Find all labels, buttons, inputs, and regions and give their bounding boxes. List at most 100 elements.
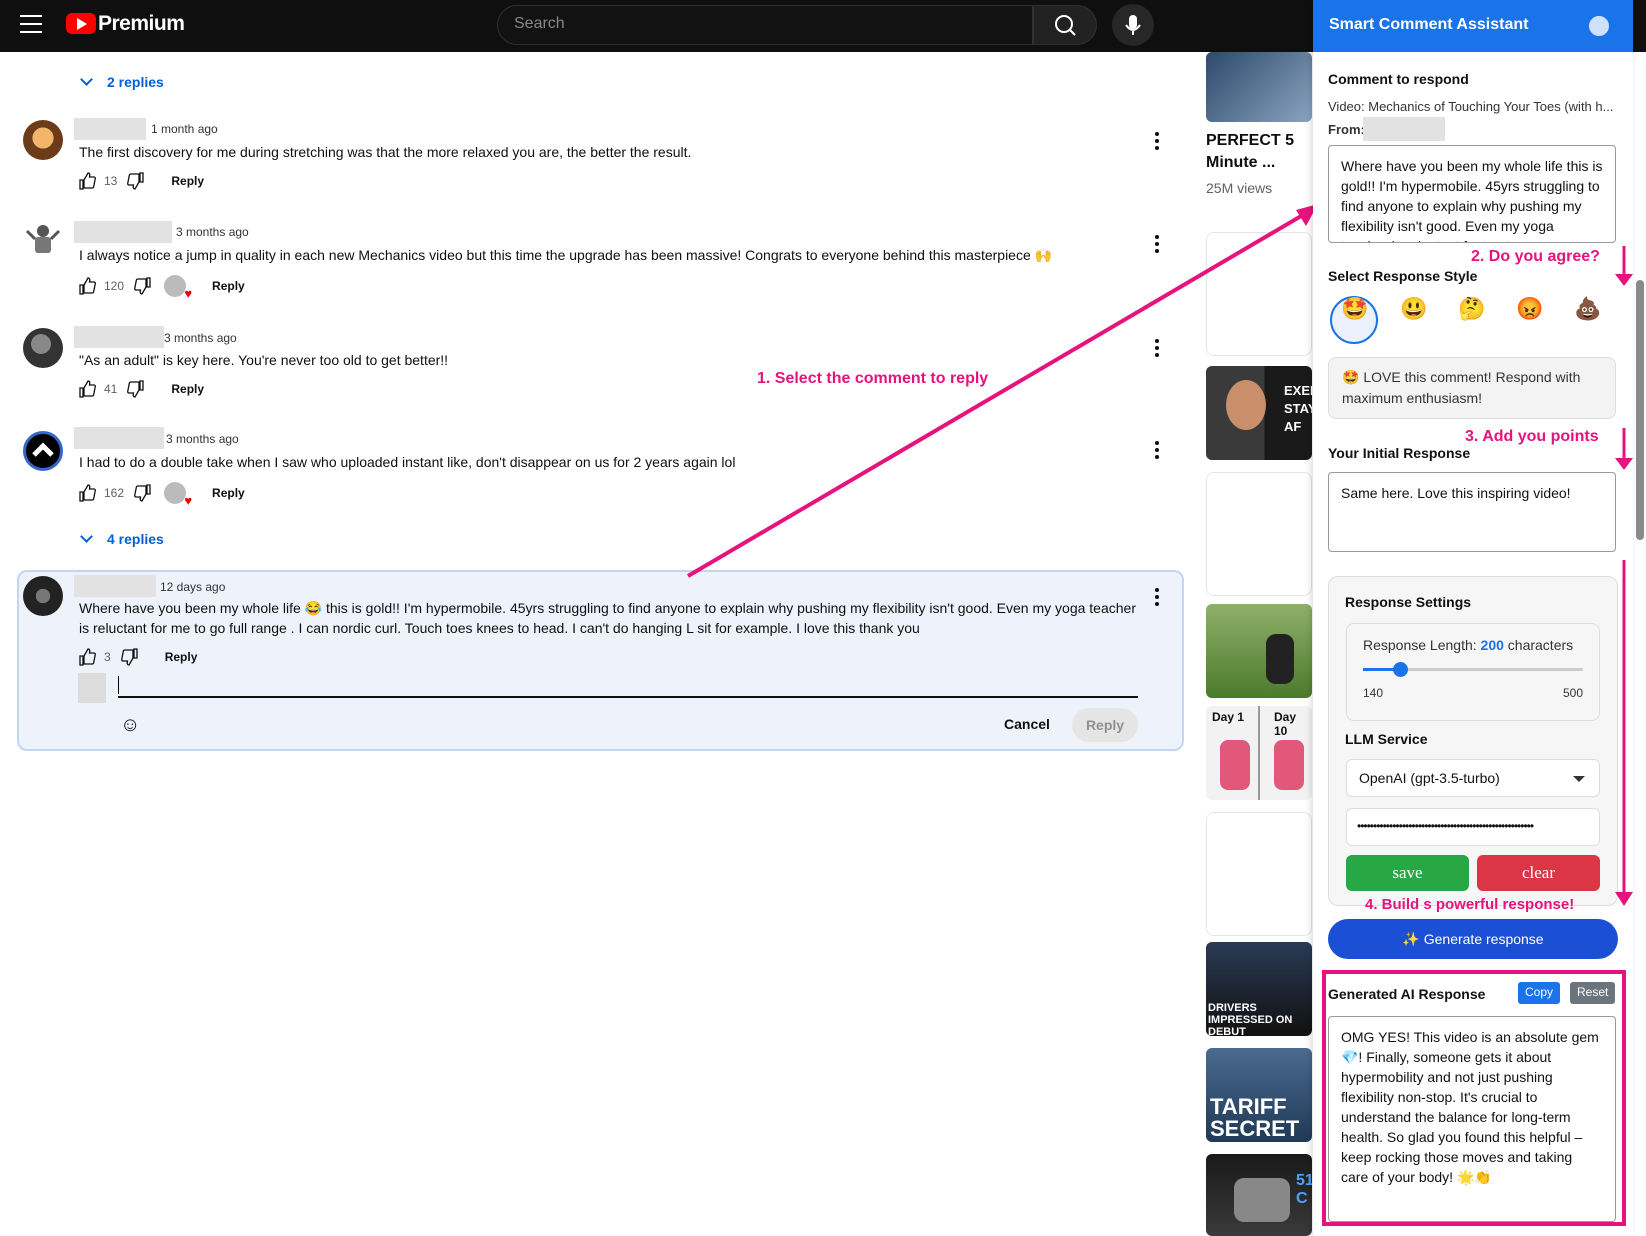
video-thumbnail[interactable]: Day 1 Day 10 xyxy=(1206,706,1312,800)
replies-toggle[interactable]: 4 replies xyxy=(80,530,164,547)
refresh-icon[interactable] xyxy=(1589,16,1609,36)
youtube-logo-icon[interactable] xyxy=(66,13,96,34)
thumbs-up-icon[interactable] xyxy=(78,648,96,666)
thumbs-down-icon[interactable] xyxy=(134,484,152,502)
author-name-redacted[interactable] xyxy=(74,221,172,243)
submit-reply-button[interactable]: Reply xyxy=(1072,708,1138,742)
video-thumbnail[interactable]: DRIVERS IMPRESSED ON DEBUT xyxy=(1206,942,1312,1036)
search-icon xyxy=(1055,15,1076,36)
author-name-redacted[interactable] xyxy=(74,575,156,597)
generated-response-label: Generated AI Response xyxy=(1328,986,1486,1002)
style-description: 🤩 LOVE this comment! Respond with maximu… xyxy=(1328,357,1616,419)
like-count: 13 xyxy=(104,174,118,188)
voice-search-button[interactable] xyxy=(1112,4,1154,46)
thumbs-up-icon[interactable] xyxy=(78,484,96,502)
thumbnail-text: Day 10 xyxy=(1274,710,1297,738)
reply-input[interactable] xyxy=(118,696,1138,698)
thumbs-up-icon[interactable] xyxy=(78,172,96,190)
slider-min-label: 140 xyxy=(1363,686,1384,700)
comment-time[interactable]: 3 months ago xyxy=(166,432,239,446)
video-card-placeholder[interactable] xyxy=(1206,812,1312,936)
response-settings-label: Response Settings xyxy=(1345,594,1472,610)
comment-to-respond-label: Comment to respond xyxy=(1328,71,1469,87)
style-love-button[interactable]: 🤩 xyxy=(1341,296,1368,322)
search-button[interactable] xyxy=(1033,5,1097,45)
like-count: 120 xyxy=(104,279,125,293)
video-thumbnail[interactable] xyxy=(1206,52,1312,122)
api-key-field[interactable]: ••••••••••••••••••••••••••••••••••••••••… xyxy=(1346,808,1600,846)
initial-response-textarea[interactable]: Same here. Love this inspiring video! xyxy=(1328,472,1616,552)
comment-time[interactable]: 1 month ago xyxy=(151,122,218,136)
length-unit: characters xyxy=(1507,637,1574,653)
video-title-line: Video: Mechanics of Touching Your Toes (… xyxy=(1328,99,1614,114)
thumbnail-text: Day 1 xyxy=(1212,710,1245,724)
style-angry-button[interactable]: 😡 xyxy=(1516,296,1543,322)
video-title[interactable]: PERFECT 5 Minute ... xyxy=(1206,130,1312,174)
comment-time[interactable]: 3 months ago xyxy=(164,331,237,345)
from-label: From: xyxy=(1328,122,1365,137)
video-thumbnail[interactable]: TARIFF SECRET xyxy=(1206,1048,1312,1142)
clear-button[interactable]: clear xyxy=(1477,855,1600,891)
avatar[interactable] xyxy=(23,328,63,368)
menu-icon[interactable] xyxy=(20,15,42,33)
reply-button[interactable]: Reply xyxy=(212,486,245,500)
avatar[interactable] xyxy=(23,120,63,160)
avatar[interactable] xyxy=(23,576,63,616)
thumbs-up-icon[interactable] xyxy=(78,277,96,295)
style-thinking-button[interactable]: 🤔 xyxy=(1458,296,1485,322)
thumbs-down-icon[interactable] xyxy=(127,380,145,398)
cancel-button[interactable]: Cancel xyxy=(1004,716,1050,732)
reply-button[interactable]: Reply xyxy=(171,174,204,188)
panel-header: Smart Comment Assistant xyxy=(1313,0,1633,52)
reply-button[interactable]: Reply xyxy=(212,279,245,293)
replies-toggle[interactable]: 2 replies xyxy=(80,73,164,90)
author-name-redacted[interactable] xyxy=(74,118,146,140)
thumbs-down-icon[interactable] xyxy=(134,277,152,295)
save-button[interactable]: save xyxy=(1346,855,1469,891)
video-thumbnail[interactable] xyxy=(1206,604,1312,698)
comment-textarea[interactable]: Where have you been my whole life this i… xyxy=(1328,145,1616,243)
length-value: 200 xyxy=(1480,637,1504,653)
response-length-slider[interactable] xyxy=(1363,662,1583,677)
style-poop-button[interactable]: 💩 xyxy=(1574,296,1601,322)
emoji-picker-icon[interactable]: ☺ xyxy=(120,714,140,737)
search-input[interactable]: Search xyxy=(497,5,1033,45)
text-cursor xyxy=(118,676,119,694)
style-happy-button[interactable]: 😃 xyxy=(1400,296,1427,322)
author-name-redacted[interactable] xyxy=(74,326,164,348)
replies-toggle-label: 2 replies xyxy=(107,74,164,90)
page-scrollbar[interactable] xyxy=(1636,280,1644,540)
slider-knob[interactable] xyxy=(1393,662,1409,677)
annotation-step-4: 4. Build s powerful response! xyxy=(1365,896,1575,913)
chevron-up-icon xyxy=(32,442,54,457)
generated-response-textarea[interactable]: OMG YES! This video is an absolute gem 💎… xyxy=(1328,1016,1616,1222)
comment-time[interactable]: 3 months ago xyxy=(176,225,249,239)
video-thumbnail[interactable]: 51 C xyxy=(1206,1154,1312,1236)
chevron-down-icon xyxy=(80,530,93,543)
avatar-figure-icon xyxy=(25,225,61,253)
more-options-icon[interactable] xyxy=(1155,132,1159,150)
author-name-redacted[interactable] xyxy=(74,427,164,449)
avatar[interactable] xyxy=(23,221,63,261)
annotation-step-3: 3. Add you points xyxy=(1465,428,1599,445)
llm-service-select[interactable]: OpenAI (gpt-3.5-turbo) xyxy=(1346,759,1600,797)
chevron-down-icon xyxy=(1573,776,1585,782)
creator-heart-icon xyxy=(164,275,192,301)
smart-comment-assistant-panel: Smart Comment Assistant Comment to respo… xyxy=(1313,0,1633,1236)
comment-time[interactable]: 12 days ago xyxy=(160,580,225,594)
reply-button[interactable]: Reply xyxy=(171,382,204,396)
thumbs-down-icon[interactable] xyxy=(127,172,145,190)
reply-button[interactable]: Reply xyxy=(165,650,198,664)
initial-response-label: Your Initial Response xyxy=(1328,445,1471,461)
llm-service-label: LLM Service xyxy=(1345,731,1428,747)
thumbs-up-icon[interactable] xyxy=(78,380,96,398)
reset-button[interactable]: Reset xyxy=(1570,982,1616,1004)
thumbs-down-icon[interactable] xyxy=(120,648,139,666)
annotation-step-1: 1. Select the comment to reply xyxy=(757,370,989,387)
thumbnail-text: 51 C xyxy=(1296,1172,1312,1207)
response-length-control: Response Length: 200 characters 140 500 xyxy=(1346,623,1600,721)
avatar[interactable] xyxy=(23,431,63,471)
more-options-icon[interactable] xyxy=(1155,588,1159,606)
copy-button[interactable]: Copy xyxy=(1518,982,1561,1004)
generate-response-button[interactable]: ✨ Generate response xyxy=(1328,919,1618,959)
